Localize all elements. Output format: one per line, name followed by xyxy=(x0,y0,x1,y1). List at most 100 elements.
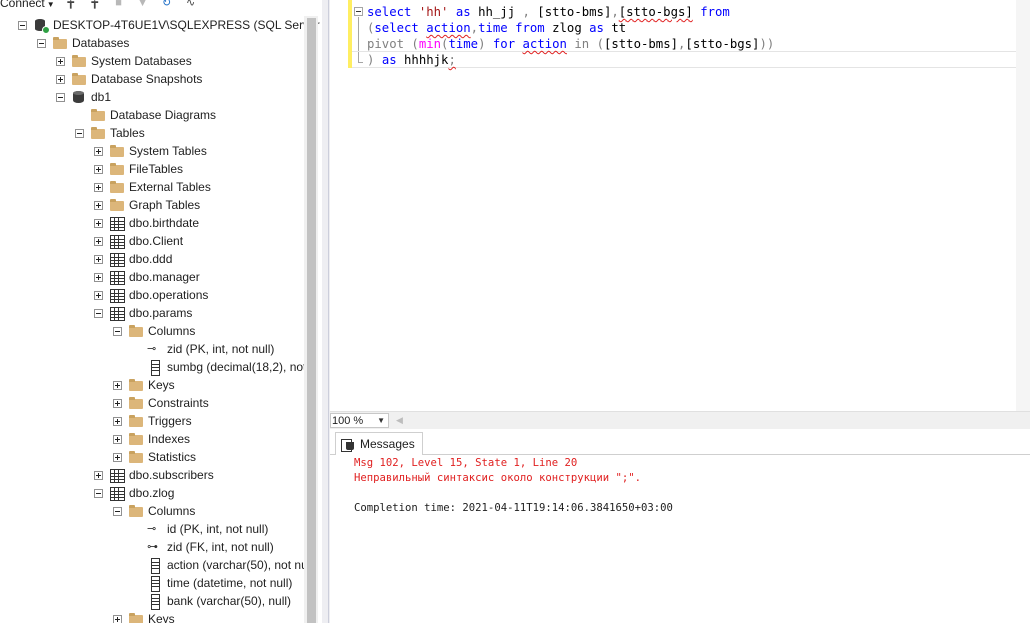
tree-node[interactable]: Databases xyxy=(37,34,129,52)
tree-node[interactable]: Graph Tables xyxy=(94,196,200,214)
code-token: time xyxy=(478,21,508,35)
tree-node-label: Constraints xyxy=(148,396,209,410)
collapse-icon[interactable] xyxy=(94,488,103,498)
tree-node[interactable]: Database Diagrams xyxy=(75,106,216,124)
editor-vertical-scrollbar[interactable] xyxy=(1016,0,1030,411)
tree-node[interactable]: dbo.birthdate xyxy=(94,214,199,232)
tree-node[interactable]: Keys xyxy=(113,610,175,623)
messages-pane[interactable]: Msg 102, Level 15, State 1, Line 20 Непра… xyxy=(330,455,1030,623)
tree-node[interactable]: Triggers xyxy=(113,412,192,430)
query-editor[interactable]: select 'hh' as hh_jj , [stto-bms],[stto-… xyxy=(330,0,1030,411)
expand-icon[interactable] xyxy=(94,470,103,480)
code-token: action xyxy=(426,21,471,35)
tree-node[interactable]: dbo.params xyxy=(94,304,192,322)
tree-node[interactable]: dbo.subscribers xyxy=(94,466,214,484)
tree-node[interactable]: sumbg (decimal(18,2), not n xyxy=(132,358,316,376)
chevron-down-icon[interactable]: ▼ xyxy=(47,0,55,9)
connect-button[interactable]: Connect ▼ xyxy=(0,0,55,10)
tree-node[interactable]: Indexes xyxy=(113,430,190,448)
folder-icon xyxy=(128,432,144,446)
tree-node-label: Triggers xyxy=(148,414,192,428)
tree-node[interactable]: Tables xyxy=(75,124,145,142)
tree-node[interactable]: dbo.zlog xyxy=(94,484,174,502)
collapse-icon[interactable] xyxy=(37,38,46,48)
scrollbar-thumb[interactable] xyxy=(307,18,316,623)
code-line[interactable]: (select action,time from zlog as tt xyxy=(367,20,774,36)
code-line[interactable]: select 'hh' as hh_jj , [stto-bms],[stto-… xyxy=(367,4,774,20)
expand-icon[interactable] xyxy=(113,614,122,623)
refresh-icon[interactable]: ↻ xyxy=(159,0,175,10)
collapse-icon[interactable] xyxy=(56,92,65,102)
collapse-icon[interactable] xyxy=(113,506,122,516)
tree-node[interactable]: DESKTOP-4T6UE1V\SQLEXPRESS (SQL Server 1… xyxy=(18,16,322,34)
expand-icon[interactable] xyxy=(94,164,103,174)
no-expander xyxy=(132,597,141,606)
expand-icon[interactable] xyxy=(94,146,103,156)
tree-node[interactable]: db1 xyxy=(56,88,111,106)
tree-node[interactable]: dbo.ddd xyxy=(94,250,172,268)
expand-icon[interactable] xyxy=(113,452,122,462)
stop-icon[interactable]: ■ xyxy=(111,0,127,10)
tree-node[interactable]: Statistics xyxy=(113,448,196,466)
tree-node-label: dbo.Client xyxy=(129,234,184,248)
zoom-select[interactable]: 100 % ▼ xyxy=(330,413,389,428)
tree-node[interactable]: System Databases xyxy=(56,52,192,70)
tree-node[interactable]: ⊸ id (PK, int, not null) xyxy=(132,520,268,538)
tree-node[interactable]: action (varchar(50), not null) xyxy=(132,556,317,574)
tree-node[interactable]: System Tables xyxy=(94,142,207,160)
scroll-left-icon[interactable]: ◀ xyxy=(396,415,403,426)
tree-node[interactable]: time (datetime, not null) xyxy=(132,574,292,592)
expand-icon[interactable] xyxy=(56,56,65,66)
tree-node[interactable]: FileTables xyxy=(94,160,183,178)
object-explorer-scrollbar[interactable] xyxy=(304,16,318,623)
expand-icon[interactable] xyxy=(94,200,103,210)
tree-node[interactable]: ⊸ zid (PK, int, not null) xyxy=(132,340,274,358)
code-token: zlog xyxy=(544,21,590,35)
connect-object-icon[interactable]: ╈ xyxy=(63,0,79,10)
tree-node-label: zid (PK, int, not null) xyxy=(167,342,275,356)
tree-node[interactable]: bank (varchar(50), null) xyxy=(132,592,291,610)
pane-splitter[interactable] xyxy=(322,0,330,623)
no-expander xyxy=(75,111,84,120)
chevron-down-icon[interactable]: ▼ xyxy=(377,416,385,425)
collapse-icon[interactable] xyxy=(18,20,27,30)
code-line[interactable]: pivot (min(time) for action in ([stto-bm… xyxy=(367,36,774,52)
disconnect-icon[interactable]: ╈ xyxy=(87,0,103,10)
expand-icon[interactable] xyxy=(94,182,103,192)
collapse-region-icon[interactable] xyxy=(354,7,363,16)
tree-node[interactable]: Database Snapshots xyxy=(56,70,202,88)
activity-monitor-icon[interactable]: ∿ xyxy=(183,0,199,10)
code-token: [stto-bms] xyxy=(529,5,612,19)
sql-code[interactable]: select 'hh' as hh_jj , [stto-bms],[stto-… xyxy=(367,4,774,68)
tree-node-label: time (datetime, not null) xyxy=(167,576,293,590)
expand-icon[interactable] xyxy=(113,416,122,426)
expand-icon[interactable] xyxy=(94,236,103,246)
tree-node[interactable]: Columns xyxy=(113,502,195,520)
expand-icon[interactable] xyxy=(113,380,122,390)
collapse-icon[interactable] xyxy=(75,128,84,138)
filter-icon[interactable]: ▼ xyxy=(135,0,151,10)
code-token: , xyxy=(522,5,530,19)
tree-node[interactable]: dbo.operations xyxy=(94,286,208,304)
expand-icon[interactable] xyxy=(113,434,122,444)
expand-icon[interactable] xyxy=(94,218,103,228)
tree-node[interactable]: ⊶ zid (FK, int, not null) xyxy=(132,538,274,556)
expand-icon[interactable] xyxy=(94,290,103,300)
tree-node[interactable]: dbo.manager xyxy=(94,268,200,286)
expand-icon[interactable] xyxy=(56,74,65,84)
tree-node[interactable]: Constraints xyxy=(113,394,209,412)
expand-icon[interactable] xyxy=(94,272,103,282)
tree-node[interactable]: External Tables xyxy=(94,178,211,196)
tree-node-label: DESKTOP-4T6UE1V\SQLEXPRESS (SQL Server 1… xyxy=(53,18,322,32)
tab-messages[interactable]: Messages xyxy=(335,432,423,456)
collapse-icon[interactable] xyxy=(94,308,103,318)
expand-icon[interactable] xyxy=(113,398,122,408)
collapse-icon[interactable] xyxy=(113,326,122,336)
tree-node-label: Databases xyxy=(72,36,130,50)
code-line[interactable]: ) as hhhhjk; xyxy=(367,52,774,68)
expand-icon[interactable] xyxy=(94,254,103,264)
tree-node[interactable]: Keys xyxy=(113,376,175,394)
tree-node-label: Statistics xyxy=(148,450,197,464)
tree-node[interactable]: Columns xyxy=(113,322,195,340)
tree-node[interactable]: dbo.Client xyxy=(94,232,183,250)
